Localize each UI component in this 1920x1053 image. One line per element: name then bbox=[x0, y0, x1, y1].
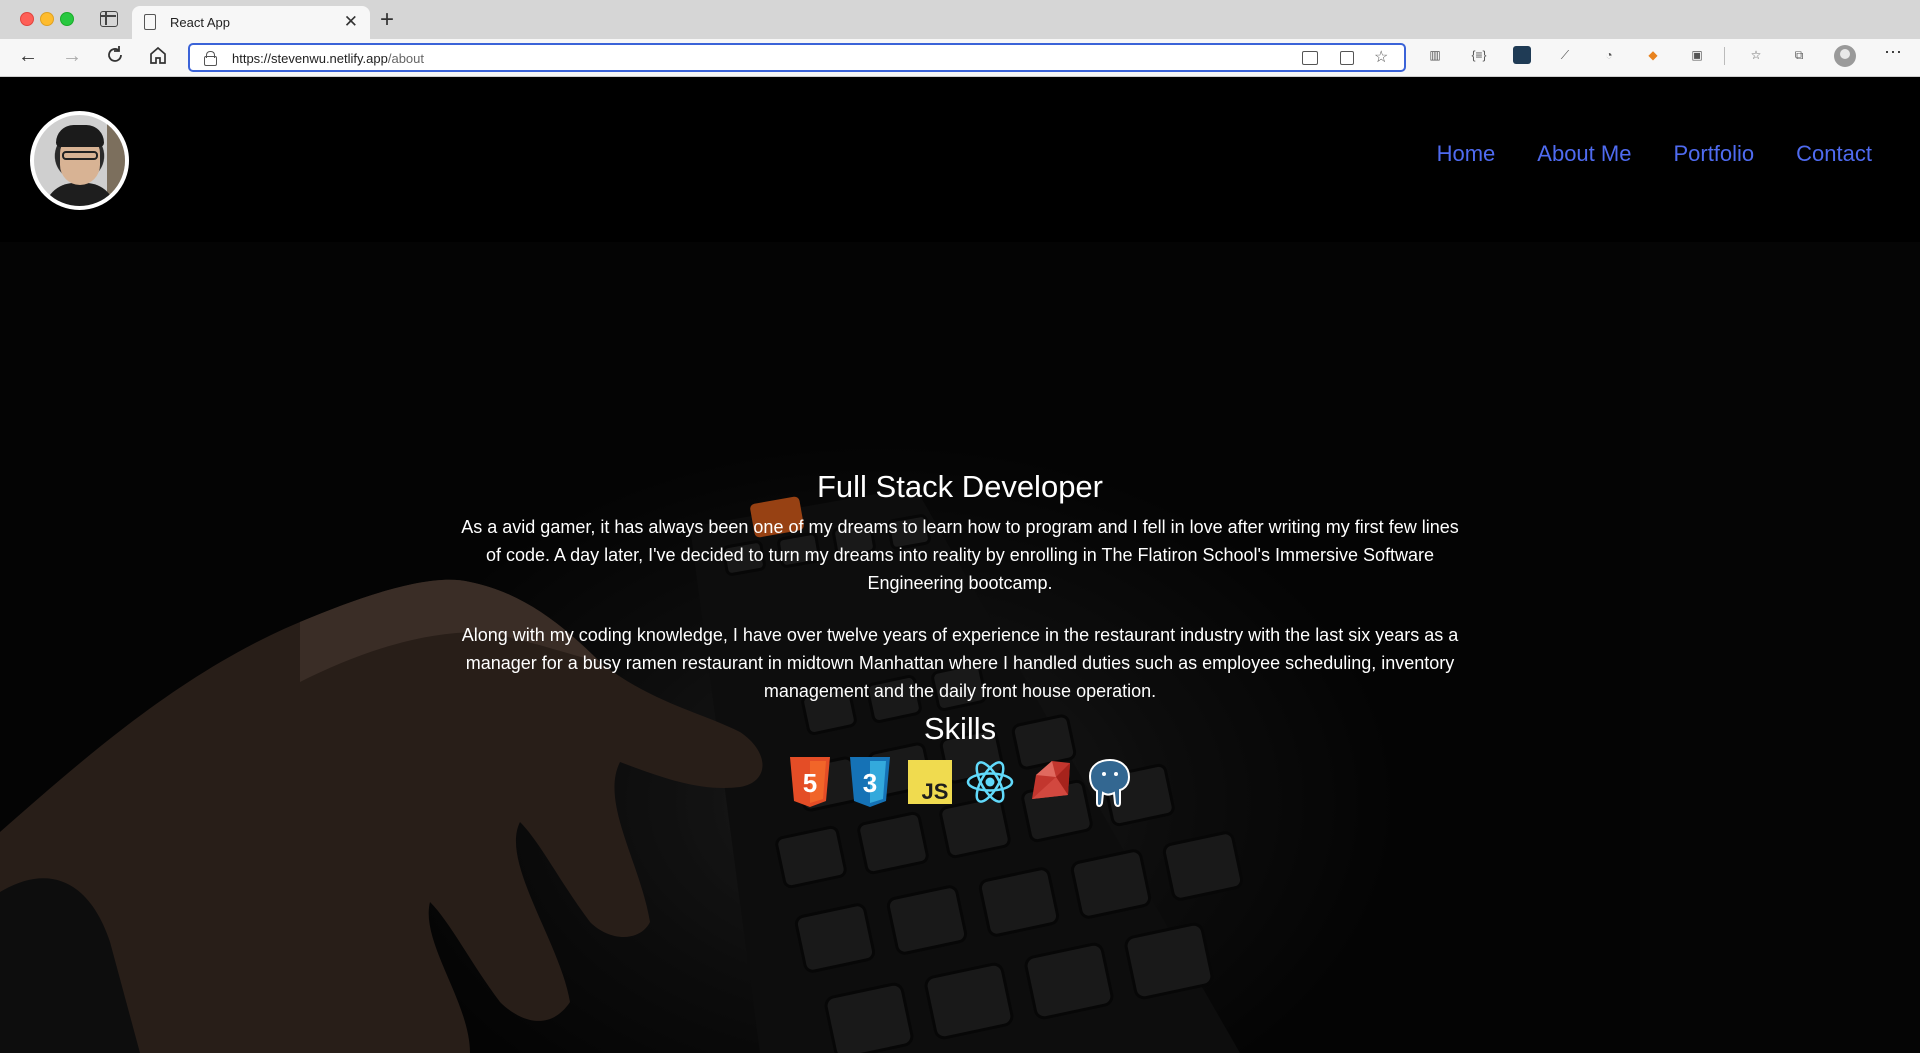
extension-icon[interactable]: {≡} bbox=[1470, 46, 1488, 64]
nav-portfolio-link[interactable]: Portfolio bbox=[1673, 141, 1754, 167]
favorite-star-icon[interactable]: ☆ bbox=[1374, 47, 1390, 66]
extension-icon[interactable]: ⟋ bbox=[1556, 46, 1574, 64]
nav-home-link[interactable]: Home bbox=[1437, 141, 1496, 167]
url-text[interactable]: https://stevenwu.netlify.app/about bbox=[232, 51, 424, 66]
skills-title: Skills bbox=[923, 711, 997, 746]
more-menu-icon[interactable]: ⋯ bbox=[1884, 42, 1903, 63]
html5-icon-label: 5 bbox=[803, 768, 817, 798]
browser-tab-strip: React App ✕ + bbox=[0, 0, 1920, 39]
css3-icon: 3 bbox=[850, 757, 890, 807]
forward-icon[interactable]: → bbox=[62, 45, 82, 68]
skills-list: 5 3 JS bbox=[0, 755, 1920, 809]
javascript-icon-label: JS bbox=[922, 779, 949, 804]
about-paragraph: As a avid gamer, it has always been one … bbox=[461, 517, 1459, 593]
tab-actions-icon[interactable] bbox=[100, 11, 118, 27]
lock-icon[interactable] bbox=[204, 51, 217, 66]
nav-about-link[interactable]: About Me bbox=[1537, 141, 1631, 167]
react-devtools-icon[interactable] bbox=[1513, 46, 1531, 64]
toolbar-divider bbox=[1724, 47, 1725, 65]
react-icon bbox=[966, 761, 1014, 803]
tab-title: React App bbox=[170, 15, 230, 30]
browser-tab[interactable]: React App ✕ bbox=[132, 6, 370, 39]
ruby-icon bbox=[1032, 761, 1070, 799]
site-header: Home About Me Portfolio Contact bbox=[0, 77, 1920, 242]
extension-icon[interactable]: ▥ bbox=[1426, 46, 1444, 64]
html5-icon: 5 bbox=[790, 757, 830, 807]
collections-icon[interactable]: ⧉ bbox=[1790, 46, 1808, 64]
site-navigation: Home About Me Portfolio Contact bbox=[1437, 141, 1872, 167]
page-icon bbox=[144, 14, 156, 30]
apps-icon[interactable] bbox=[1340, 51, 1354, 65]
javascript-icon: JS bbox=[908, 760, 952, 804]
css3-icon-label: 3 bbox=[863, 768, 877, 798]
minimize-window-button[interactable] bbox=[40, 12, 54, 26]
address-bar[interactable]: https://stevenwu.netlify.app/about ☆ bbox=[188, 43, 1406, 72]
new-tab-button[interactable]: + bbox=[380, 6, 394, 34]
back-icon[interactable]: ← bbox=[18, 45, 38, 68]
browser-toolbar: ← → https://stevenwu.netlify.app/about ☆ bbox=[0, 39, 1920, 77]
about-title: Full Stack Developer bbox=[816, 469, 1103, 504]
reload-icon[interactable] bbox=[106, 45, 124, 65]
profile-photo[interactable] bbox=[30, 111, 129, 210]
nav-contact-link[interactable]: Contact bbox=[1796, 141, 1872, 167]
extension-icon[interactable]: ▣ bbox=[1688, 46, 1706, 64]
close-window-button[interactable] bbox=[20, 12, 34, 26]
about-hero: Full Stack Developer As a avid gamer, it… bbox=[0, 242, 1920, 1053]
about-paragraph: Along with my coding knowledge, I have o… bbox=[461, 625, 1459, 701]
about-content: Full Stack Developer As a avid gamer, it… bbox=[0, 469, 1920, 809]
browser-profile-avatar[interactable] bbox=[1834, 45, 1856, 67]
metamask-icon[interactable]: ◆ bbox=[1644, 46, 1662, 64]
home-icon[interactable] bbox=[149, 45, 167, 65]
web-page: Home About Me Portfolio Contact Full Sta… bbox=[0, 77, 1920, 1053]
postgresql-icon bbox=[1088, 758, 1131, 807]
close-tab-icon[interactable]: ✕ bbox=[344, 12, 358, 32]
extension-icon[interactable]: ◔ bbox=[1600, 46, 1618, 64]
maximize-window-button[interactable] bbox=[60, 12, 74, 26]
favorites-icon[interactable]: ☆ bbox=[1747, 46, 1765, 64]
device-icon[interactable] bbox=[1302, 51, 1318, 65]
